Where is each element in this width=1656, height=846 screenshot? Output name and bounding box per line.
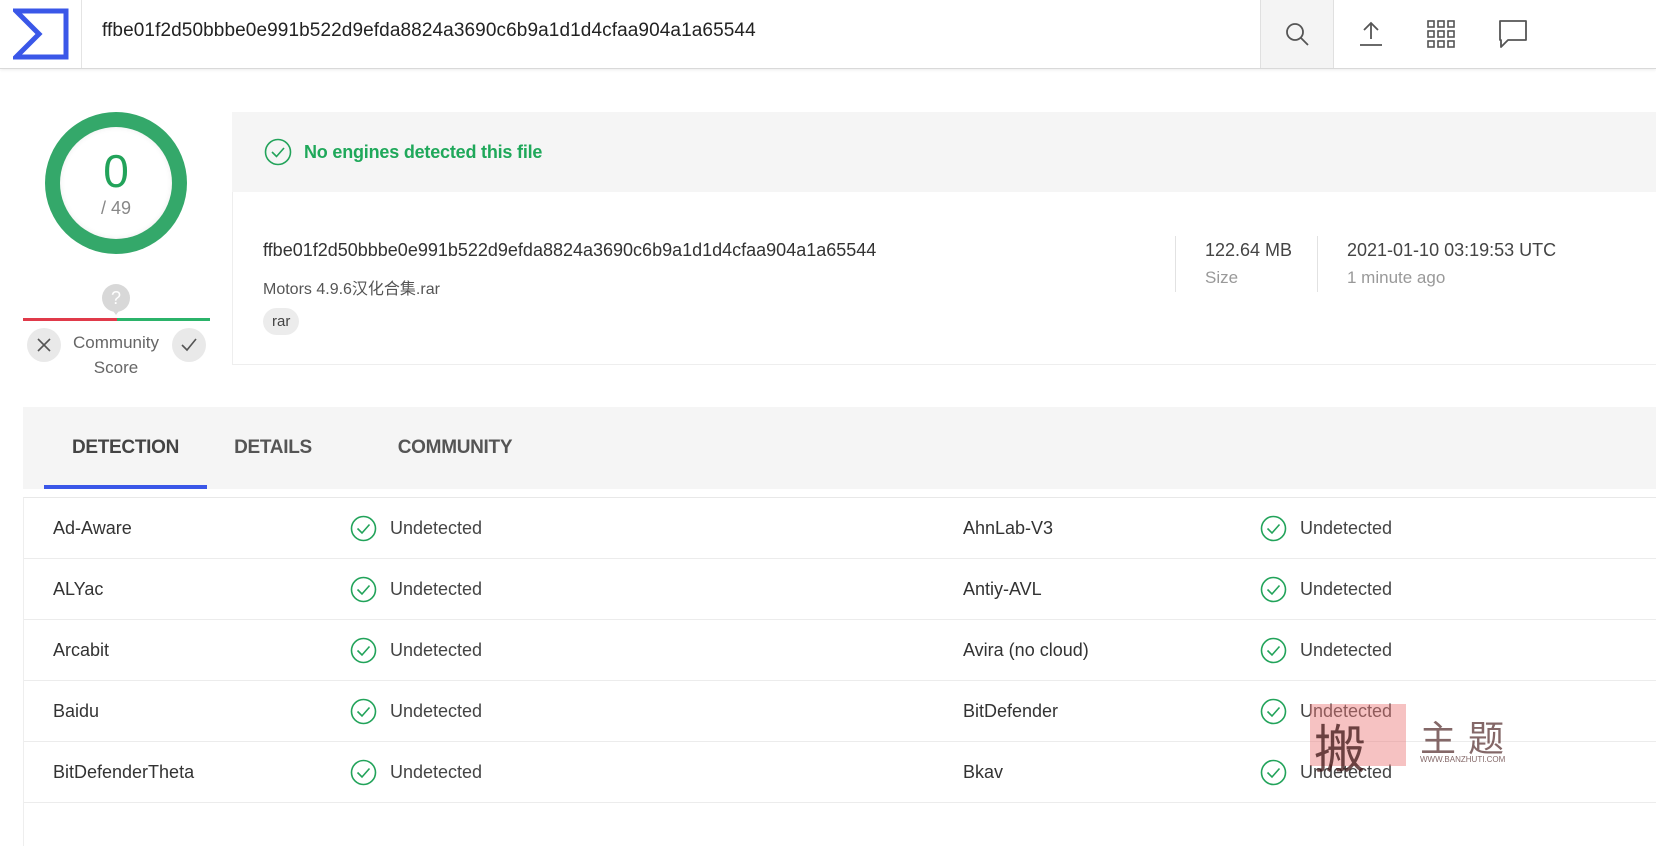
table-row: Arcabit Undetected Avira (no cloud) Undetec… — [24, 620, 1656, 681]
check-circle-icon — [350, 576, 377, 602]
status-text: Undetected — [390, 700, 483, 721]
vote-harmless-button[interactable] — [172, 328, 206, 362]
chat-button[interactable] — [1476, 0, 1550, 68]
status-text: Undetected — [390, 517, 483, 538]
check-circle-icon — [350, 515, 377, 541]
check-circle-icon — [1260, 759, 1287, 785]
tab-details[interactable]: DETAILS — [219, 407, 327, 489]
community-score-pointer — [111, 308, 121, 315]
top-bar: ffbe01f2d50bbbe0e991b522d9efda8824a3690c… — [0, 0, 1656, 69]
status-text: Undetected — [390, 639, 483, 660]
community-score-label: Community Score — [73, 333, 159, 377]
engine-name: AhnLab-V3 — [963, 518, 1054, 538]
file-size-value: 122.64 MB — [1205, 240, 1293, 260]
chat-icon — [1499, 20, 1527, 48]
engine-status: Undetected — [350, 742, 482, 802]
table-row: Ad-Aware Undetected AhnLab-V3 Undetected — [24, 498, 1656, 559]
file-hash[interactable]: ffbe01f2d50bbbe0e991b522d9efda8824a3690c… — [263, 240, 876, 261]
tab-detection[interactable]: DETECTION — [44, 407, 207, 489]
engine-name: BitDefenderTheta — [53, 762, 195, 782]
tab-community[interactable]: COMMUNITY — [379, 407, 531, 489]
upload-button[interactable] — [1334, 0, 1408, 68]
upload-icon — [1360, 21, 1382, 46]
detection-count: 0 — [103, 144, 129, 197]
engine-name: Arcabit — [53, 640, 110, 660]
divider — [1175, 236, 1176, 292]
file-size-label: Size — [1205, 268, 1239, 287]
engine-name: Antiy-AVL — [963, 579, 1042, 599]
gauge-inner: 0 / 49 — [60, 127, 172, 239]
watermark-char: 搬 — [1314, 721, 1373, 781]
check-circle-icon — [1260, 637, 1287, 663]
engine-status: Undetected — [350, 620, 482, 680]
divider — [1317, 236, 1318, 292]
banner-text: No engines detected this file — [304, 141, 543, 162]
search-button[interactable] — [1260, 0, 1334, 68]
check-circle-icon — [264, 138, 292, 166]
check-circle-icon — [1260, 576, 1287, 602]
engine-status: Undetected — [350, 498, 482, 558]
active-tab-indicator — [44, 485, 207, 489]
engine-name: ALYac — [53, 579, 104, 599]
community-score-bar-negative — [23, 318, 117, 321]
check-circle-icon — [1260, 698, 1287, 724]
check-circle-icon — [1260, 515, 1287, 541]
engine-name: Baidu — [53, 701, 100, 721]
search-input[interactable]: ffbe01f2d50bbbe0e991b522d9efda8824a3690c… — [102, 20, 756, 42]
scan-date: 2021-01-10 03:19:53 UTC — [1347, 240, 1557, 260]
engine-name: BitDefender — [963, 701, 1059, 721]
detection-score-gauge: 0 / 49 — [45, 112, 187, 254]
scan-date-relative: 1 minute ago — [1347, 268, 1446, 287]
watermark-url: WWW.BANZHUTI.COM — [1420, 755, 1506, 764]
status-text: Undetected — [1300, 639, 1393, 660]
file-type-tag[interactable]: rar — [263, 308, 300, 335]
engine-name: Ad-Aware — [53, 518, 132, 538]
watermark-logo: 搬 主题 WWW.BANZHUTI.COM — [1310, 700, 1530, 781]
tab-bar: DETECTION DETAILS COMMUNITY — [23, 407, 1656, 489]
engine-status: Undetected — [350, 559, 482, 619]
check-circle-icon — [350, 637, 377, 663]
apps-grid-icon — [1427, 20, 1455, 48]
engine-status: Undetected — [1260, 498, 1392, 558]
engine-total: / 49 — [100, 197, 132, 218]
vote-harmful-button[interactable] — [27, 328, 61, 362]
engine-status: Undetected — [1260, 559, 1392, 619]
check-icon — [181, 338, 197, 352]
file-name: Motors 4.9.6汉化合集.rar — [263, 281, 440, 298]
apps-button[interactable] — [1404, 0, 1478, 68]
status-text: Undetected — [1300, 517, 1393, 538]
check-circle-icon — [350, 759, 377, 785]
check-circle-icon — [350, 698, 377, 724]
status-text: Undetected — [390, 761, 483, 782]
close-icon — [37, 338, 51, 352]
community-score-bar-positive — [117, 318, 210, 321]
detection-table: Ad-Aware Undetected AhnLab-V3 Undetected ALY… — [23, 497, 1656, 846]
engine-name: Avira (no cloud) — [963, 640, 1089, 660]
table-row: ALYac Undetected Antiy-AVL Undetected — [24, 559, 1656, 620]
search-icon — [1286, 23, 1309, 46]
logo-icon[interactable] — [0, 0, 82, 68]
status-text: Undetected — [1300, 578, 1393, 599]
detection-banner: No engines detected this file — [232, 112, 1656, 192]
status-text: Undetected — [390, 578, 483, 599]
engine-status: Undetected — [350, 681, 482, 741]
engine-status: Undetected — [1260, 620, 1392, 680]
engine-name: Bkav — [963, 762, 1004, 782]
file-info-panel: ffbe01f2d50bbbe0e991b522d9efda8824a3690c… — [232, 192, 1656, 365]
